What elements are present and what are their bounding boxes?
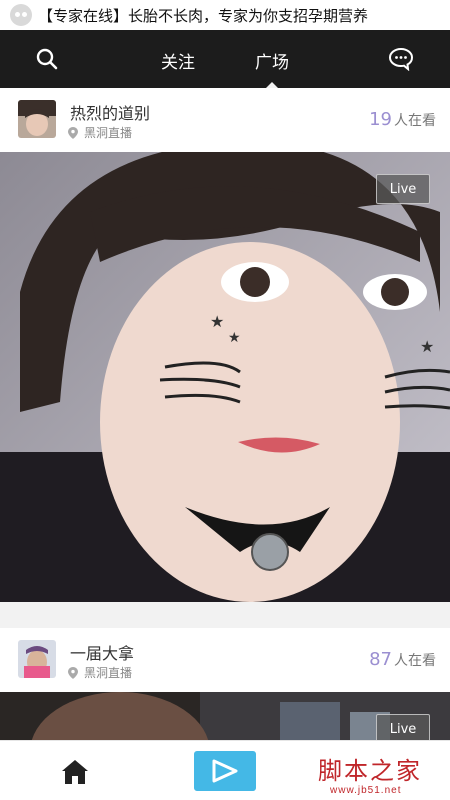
bottom-navigation-bar: 脚本之家 www.jb51.net: [0, 740, 450, 800]
streamer-name[interactable]: 热烈的道别: [70, 100, 150, 124]
avatar[interactable]: [18, 100, 56, 138]
location: 黑洞直播: [68, 664, 132, 681]
live-cover-photo[interactable]: ★ ★ ★ Live: [0, 152, 450, 602]
tab-square[interactable]: 广场: [255, 48, 289, 73]
viewer-number: 19: [369, 109, 392, 130]
viewer-label: 人在看: [394, 113, 436, 129]
start-live-button[interactable]: [194, 751, 256, 791]
notification-banner[interactable]: 【专家在线】长胎不长肉，专家为你支招孕期营养: [0, 0, 450, 30]
streamer-name[interactable]: 一届大拿: [70, 640, 134, 664]
viewer-number: 87: [369, 649, 392, 670]
watermark-text: 脚本之家: [318, 757, 422, 785]
viewer-count: 87 人在看: [369, 649, 436, 670]
location-pin-icon: [68, 126, 78, 139]
app-logo-icon: [10, 4, 32, 26]
watermark-url: www.jb51.net: [330, 785, 402, 796]
location: 黑洞直播: [68, 124, 132, 141]
viewer-label: 人在看: [394, 653, 436, 669]
cover-image: ★ ★ ★: [0, 152, 450, 602]
location-text: 黑洞直播: [84, 666, 133, 680]
tab-follow[interactable]: 关注: [161, 48, 195, 73]
search-icon[interactable]: [36, 48, 58, 70]
location-text: 黑洞直播: [84, 126, 133, 140]
location-pin-icon: [68, 666, 78, 679]
play-icon: [212, 759, 238, 783]
svg-text:★: ★: [420, 337, 434, 356]
home-icon[interactable]: [61, 759, 89, 785]
viewer-count: 19 人在看: [369, 109, 436, 130]
live-card-header: 热烈的道别 黑洞直播 19 人在看: [0, 88, 450, 152]
live-card-header: 一届大拿 黑洞直播 87 人在看: [0, 628, 450, 692]
live-badge: Live: [376, 174, 430, 204]
svg-text:★: ★: [228, 330, 241, 346]
live-card[interactable]: 热烈的道别 黑洞直播 19 人在看 ★ ★ ★ Live: [0, 88, 450, 602]
top-navigation-bar: 关注 广场: [0, 30, 450, 88]
avatar[interactable]: [18, 640, 56, 678]
svg-text:★: ★: [210, 312, 224, 331]
notification-text: 【专家在线】长胎不长肉，专家为你支招孕期营养: [38, 6, 369, 25]
message-icon[interactable]: [388, 47, 414, 71]
